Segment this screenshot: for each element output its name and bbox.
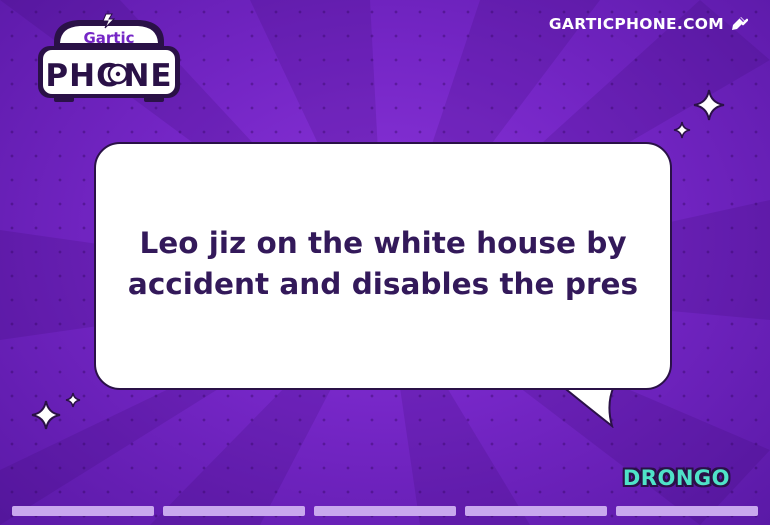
progress-segment — [163, 506, 305, 516]
progress-segment — [12, 506, 154, 516]
sparkle-icon — [673, 121, 691, 139]
gartic-phone-logo: Gartic PHONE — [38, 13, 180, 102]
progress-segment — [465, 506, 607, 516]
sparkle-icon — [693, 89, 725, 121]
sparkle-icon — [65, 392, 81, 408]
author-name: DRONGO — [622, 466, 730, 490]
progress-segment — [616, 506, 758, 516]
logo-line1: Gartic — [83, 29, 134, 47]
site-link-label: GARTICPHONE.COM — [548, 15, 724, 33]
speech-bubble-tail-cover — [564, 383, 612, 387]
garticphone-site-link[interactable]: GARTICPHONE.COM — [549, 15, 748, 33]
round-progress-bar — [12, 506, 758, 516]
sparkle-icon — [31, 400, 61, 430]
progress-segment — [314, 506, 456, 516]
pencil-edit-icon — [732, 17, 748, 30]
speech-bubble: Leo jiz on the white house by accident a… — [94, 142, 676, 428]
